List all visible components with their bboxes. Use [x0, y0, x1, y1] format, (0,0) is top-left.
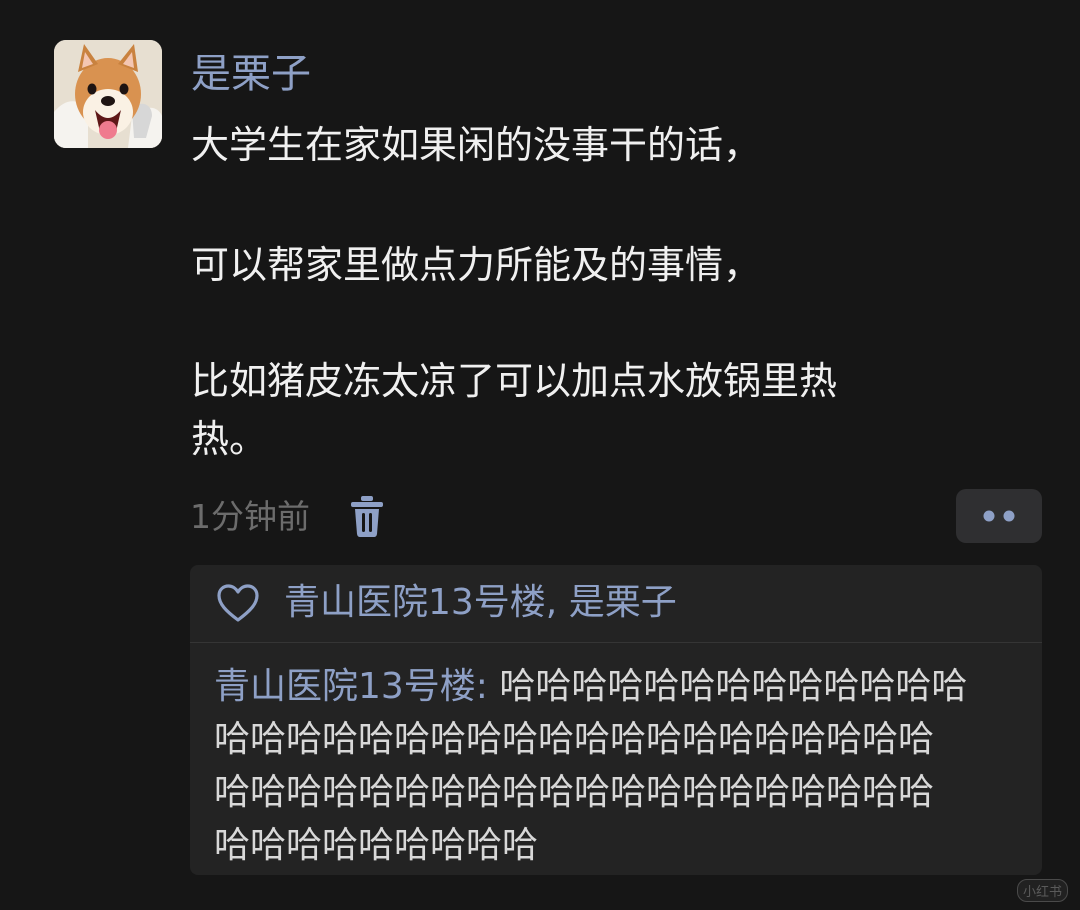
likes-row: 青山医院13号楼, 是栗子 — [190, 565, 1042, 643]
comment-timestamp: 1分钟前 — [190, 497, 310, 536]
more-dots-icon — [983, 510, 1015, 522]
comment-text-line: 热。 — [191, 417, 268, 461]
comment-author[interactable]: 是栗子 — [191, 46, 311, 102]
reply-text-line: 哈哈哈哈哈哈哈哈哈哈哈哈哈哈哈哈哈哈哈哈 — [214, 772, 935, 813]
trash-icon[interactable] — [350, 494, 384, 538]
comment-text-line: 可以帮家里做点力所能及的事情， — [191, 243, 762, 287]
comment-text-line: 比如猪皮冻太凉了可以加点水放锅里热 — [191, 359, 838, 403]
avatar[interactable] — [54, 40, 162, 148]
liked-by-names[interactable]: 青山医院13号楼, 是栗子 — [284, 577, 677, 629]
more-options-button[interactable] — [956, 489, 1042, 543]
comment-thread: 是栗子 大学生在家如果闲的没事干的话， 可以帮家里做点力所能及的事情， 比如猪皮… — [0, 0, 1080, 910]
reply-author[interactable]: 青山医院13号楼: — [214, 666, 488, 707]
reply-text-line: 哈哈哈哈哈哈哈哈哈哈哈哈哈哈哈哈哈哈哈哈 — [214, 719, 935, 760]
comment-text-line: 大学生在家如果闲的没事干的话， — [191, 123, 762, 167]
reply-text-line: 青山医院13号楼: 哈哈哈哈哈哈哈哈哈哈哈哈哈 — [214, 661, 967, 713]
heart-icon[interactable] — [216, 583, 260, 623]
watermark: 小红书 — [1016, 879, 1068, 902]
reply-text-line: 哈哈哈哈哈哈哈哈哈 — [214, 825, 539, 866]
reply-panel: 青山医院13号楼, 是栗子 青山医院13号楼: 哈哈哈哈哈哈哈哈哈哈哈哈哈 哈哈… — [190, 565, 1042, 875]
shiba-inu-dog-avatar — [54, 40, 162, 148]
reply-text: 哈哈哈哈哈哈哈哈哈哈哈哈哈 — [487, 666, 968, 707]
